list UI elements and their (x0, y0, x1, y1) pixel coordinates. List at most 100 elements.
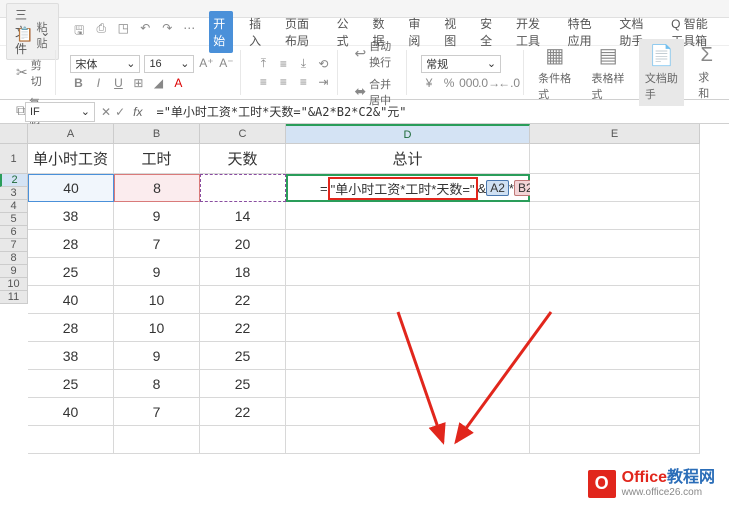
cancel-icon[interactable]: ✕ (101, 105, 111, 119)
cell-b4[interactable]: 7 (114, 230, 200, 258)
cell-a10[interactable]: 40 (28, 398, 114, 426)
align-right-icon[interactable]: ≡ (295, 74, 311, 90)
cell-c8[interactable]: 25 (200, 342, 286, 370)
col-header-a[interactable]: A (28, 124, 114, 144)
paste-button[interactable]: 📋 粘贴 (14, 17, 49, 53)
align-center-icon[interactable]: ≡ (275, 74, 291, 90)
cell-d3[interactable] (286, 202, 530, 230)
row-header-5[interactable]: 5 (0, 213, 28, 226)
row-header-10[interactable]: 10 (0, 278, 28, 291)
print-icon[interactable]: ⎙ (93, 21, 109, 42)
cell-a6[interactable]: 40 (28, 286, 114, 314)
tab-review[interactable]: 审阅 (404, 11, 428, 53)
align-bottom-icon[interactable]: ⤓ (295, 56, 311, 72)
font-color-icon[interactable]: A (170, 75, 186, 91)
confirm-icon[interactable]: ✓ (115, 105, 125, 119)
cell-e4[interactable] (530, 230, 700, 258)
cell-e2[interactable] (530, 174, 700, 202)
cell-b10[interactable]: 7 (114, 398, 200, 426)
row-header-9[interactable]: 9 (0, 265, 28, 278)
italic-icon[interactable]: I (90, 75, 106, 91)
wrap-text-button[interactable]: ↩ 自动换行 (352, 36, 400, 72)
cell-b3[interactable]: 9 (114, 202, 200, 230)
percent-icon[interactable]: % (441, 75, 457, 91)
cell-e7[interactable] (530, 314, 700, 342)
cell-b7[interactable]: 10 (114, 314, 200, 342)
row-header-1[interactable]: 1 (0, 144, 28, 174)
table-style-button[interactable]: ▤ 表格样式 (585, 39, 630, 106)
align-top-icon[interactable]: ⤒ (255, 56, 271, 72)
col-header-d[interactable]: D (286, 124, 530, 144)
cell-d4[interactable] (286, 230, 530, 258)
cell-a8[interactable]: 38 (28, 342, 114, 370)
cell-a3[interactable]: 38 (28, 202, 114, 230)
cell-b8[interactable]: 9 (114, 342, 200, 370)
sum-button[interactable]: Σ 求和 (692, 40, 721, 105)
orientation-icon[interactable]: ⟲ (315, 56, 331, 72)
more-icon[interactable]: ⋯ (181, 21, 197, 42)
cell-d10[interactable] (286, 398, 530, 426)
cell-e6[interactable] (530, 286, 700, 314)
col-header-e[interactable]: E (530, 124, 700, 144)
increase-decimal-icon[interactable]: .0→ (481, 75, 497, 91)
cell-c5[interactable]: 18 (200, 258, 286, 286)
cell-d9[interactable] (286, 370, 530, 398)
cell-b9[interactable]: 8 (114, 370, 200, 398)
row-header-4[interactable]: 4 (0, 200, 28, 213)
cell-b11[interactable] (114, 426, 200, 454)
font-name-combo[interactable]: 宋体⌄ (70, 55, 140, 73)
underline-icon[interactable]: U (110, 75, 126, 91)
align-middle-icon[interactable]: ≡ (275, 56, 291, 72)
font-size-combo[interactable]: 16⌄ (144, 55, 194, 73)
cell-d8[interactable] (286, 342, 530, 370)
cell-c9[interactable]: 25 (200, 370, 286, 398)
cell-b5[interactable]: 9 (114, 258, 200, 286)
comma-icon[interactable]: 000 (461, 75, 477, 91)
row-header-8[interactable]: 8 (0, 252, 28, 265)
cell-e3[interactable] (530, 202, 700, 230)
cut-button[interactable]: ✂ 剪切 (14, 55, 49, 91)
row-header-2[interactable]: 2 (0, 174, 28, 187)
cell-e9[interactable] (530, 370, 700, 398)
border-icon[interactable]: ⊞ (130, 75, 146, 91)
row-header-6[interactable]: 6 (0, 226, 28, 239)
cell-c1[interactable]: 天数 (200, 144, 286, 174)
bold-icon[interactable]: B (70, 75, 86, 91)
cell-d7[interactable] (286, 314, 530, 342)
cell-a1[interactable]: 单小时工资 (28, 144, 114, 174)
cell-c3[interactable]: 14 (200, 202, 286, 230)
save-icon[interactable]: 🖫 (71, 21, 87, 42)
select-all-corner[interactable] (0, 124, 28, 144)
indent-icon[interactable]: ⇥ (315, 74, 331, 90)
cell-e10[interactable] (530, 398, 700, 426)
cell-a11[interactable] (28, 426, 114, 454)
row-header-7[interactable]: 7 (0, 239, 28, 252)
decrease-decimal-icon[interactable]: ←.0 (501, 75, 517, 91)
cell-d6[interactable] (286, 286, 530, 314)
tab-insert[interactable]: 插入 (245, 11, 269, 53)
name-box[interactable]: IF ⌄ (25, 102, 95, 122)
cell-e8[interactable] (530, 342, 700, 370)
cell-a5[interactable]: 25 (28, 258, 114, 286)
increase-font-icon[interactable]: A⁺ (198, 55, 214, 71)
cell-c11[interactable] (200, 426, 286, 454)
conditional-format-button[interactable]: ▦ 条件格式 (532, 39, 577, 106)
cell-a7[interactable]: 28 (28, 314, 114, 342)
cell-a4[interactable]: 28 (28, 230, 114, 258)
cell-c6[interactable]: 22 (200, 286, 286, 314)
doc-helper-button[interactable]: 📄 文档助手 (639, 39, 684, 106)
number-format-combo[interactable]: 常规⌄ (421, 55, 501, 73)
row-header-11[interactable]: 11 (0, 291, 28, 304)
row-header-3[interactable]: 3 (0, 187, 28, 200)
fx-button[interactable]: fx (129, 105, 146, 119)
cell-b1[interactable]: 工时 (114, 144, 200, 174)
cell-d1[interactable]: 总计 (286, 144, 530, 174)
tab-view[interactable]: 视图 (440, 11, 464, 53)
cell-d2-editing[interactable]: = "单小时工资*工时*天数=" & A2 * B2 * C2 & "元" (286, 174, 530, 202)
cell-b2[interactable]: 8 (114, 174, 200, 202)
tab-start[interactable]: 开始 (209, 11, 233, 53)
cell-e1[interactable] (530, 144, 700, 174)
cell-e11[interactable] (530, 426, 700, 454)
col-header-b[interactable]: B (114, 124, 200, 144)
cell-c7[interactable]: 22 (200, 314, 286, 342)
